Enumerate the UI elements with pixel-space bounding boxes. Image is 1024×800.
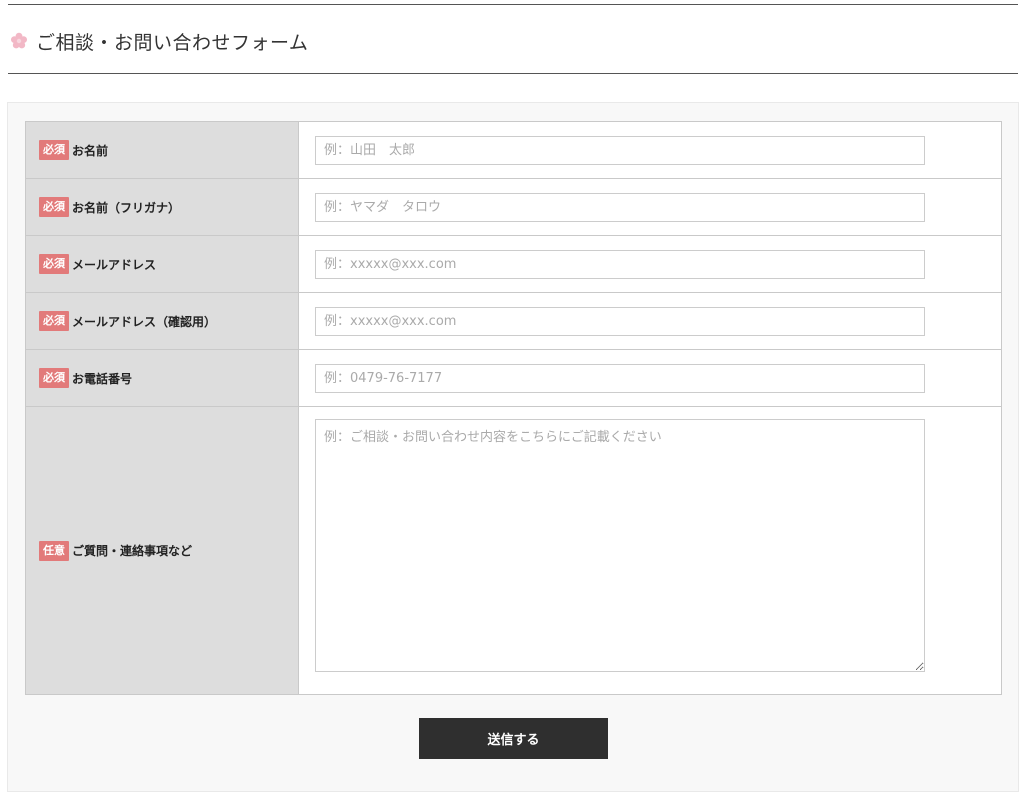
form-row-name: 必須 お名前 bbox=[26, 122, 1001, 179]
email-confirm-input[interactable] bbox=[315, 306, 925, 336]
form-row-name-kana: 必須 お名前（フリガナ） bbox=[26, 179, 1001, 236]
required-badge: 必須 bbox=[39, 311, 69, 331]
field-label: メールアドレス（確認用） bbox=[72, 314, 217, 329]
name-input[interactable] bbox=[315, 135, 925, 165]
page-heading: ご相談・お問い合わせフォーム bbox=[10, 26, 308, 56]
field-label: ご質問・連絡事項など bbox=[72, 544, 193, 558]
field-label: お名前（フリガナ） bbox=[72, 200, 181, 215]
field-input-cell bbox=[299, 407, 1001, 694]
field-label-cell: 任意 ご質問・連絡事項など bbox=[26, 407, 299, 694]
field-input-cell bbox=[299, 179, 1001, 235]
field-input-cell bbox=[299, 236, 1001, 292]
required-badge: 必須 bbox=[39, 254, 69, 274]
form-row-message: 任意 ご質問・連絡事項など bbox=[26, 407, 1001, 694]
required-badge: 必須 bbox=[39, 368, 69, 388]
field-label: お名前 bbox=[72, 143, 109, 158]
heading-divider bbox=[8, 73, 1018, 74]
field-label: お電話番号 bbox=[72, 371, 133, 386]
field-label-cell: 必須 お電話番号 bbox=[26, 350, 299, 406]
field-input-cell bbox=[299, 350, 1001, 406]
phone-input[interactable] bbox=[315, 363, 925, 393]
field-label-cell: 必須 メールアドレス bbox=[26, 236, 299, 292]
field-label-cell: 必須 お名前（フリガナ） bbox=[26, 179, 299, 235]
field-label-cell: 必須 お名前 bbox=[26, 122, 299, 178]
field-input-cell bbox=[299, 122, 1001, 178]
required-badge: 必須 bbox=[39, 197, 69, 217]
form-row-phone: 必須 お電話番号 bbox=[26, 350, 1001, 407]
field-input-cell bbox=[299, 293, 1001, 349]
field-label: メールアドレス bbox=[72, 257, 157, 272]
form-row-email: 必須 メールアドレス bbox=[26, 236, 1001, 293]
message-textarea[interactable] bbox=[315, 419, 925, 672]
submit-button[interactable]: 送信する bbox=[419, 718, 608, 759]
email-input[interactable] bbox=[315, 249, 925, 279]
contact-form-table: 必須 お名前 必須 お名前（フリガナ） 必須 メールアドレス 必須 メールアドレ… bbox=[25, 121, 1002, 695]
name-kana-input[interactable] bbox=[315, 192, 925, 222]
cherry-blossom-icon bbox=[10, 32, 28, 50]
optional-badge: 任意 bbox=[39, 540, 69, 561]
page-title: ご相談・お問い合わせフォーム bbox=[36, 31, 309, 54]
top-divider bbox=[8, 4, 1018, 5]
required-badge: 必須 bbox=[39, 140, 69, 160]
field-label-cell: 必須 メールアドレス（確認用） bbox=[26, 293, 299, 349]
form-row-email-confirm: 必須 メールアドレス（確認用） bbox=[26, 293, 1001, 350]
